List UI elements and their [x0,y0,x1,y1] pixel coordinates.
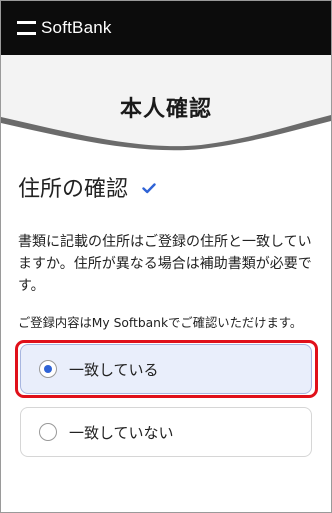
radio-unselected-icon[interactable] [39,423,57,441]
hero-banner: 本人確認 [1,55,331,155]
section-title: 住所の確認 [18,177,129,202]
section-description: 書類に記載の住所はご登録の住所と一致していますか。住所が異なる場合は補助書類が必… [18,234,312,294]
option-no-match[interactable]: 一致していない [20,407,312,457]
option-match[interactable]: 一致している [20,344,312,394]
section-heading: 住所の確認 [18,171,156,203]
softbank-logo-icon [17,21,36,35]
app-frame: SoftBank 本人確認 住所の確認 書類に記載の住所はご登録の住所と一致して… [0,0,332,513]
checkmark-icon [142,182,156,193]
top-bar: SoftBank [1,1,331,55]
radio-selected-icon[interactable] [39,360,57,378]
section-note: ご登録内容はMy Softbankでご確認いただけます。 [18,316,303,330]
option-no-match-label: 一致していない [69,423,174,442]
brand-name: SoftBank [41,18,112,37]
option-match-label: 一致している [69,360,159,379]
page-title: 本人確認 [119,97,212,122]
brand-logo[interactable]: SoftBank [17,18,112,38]
